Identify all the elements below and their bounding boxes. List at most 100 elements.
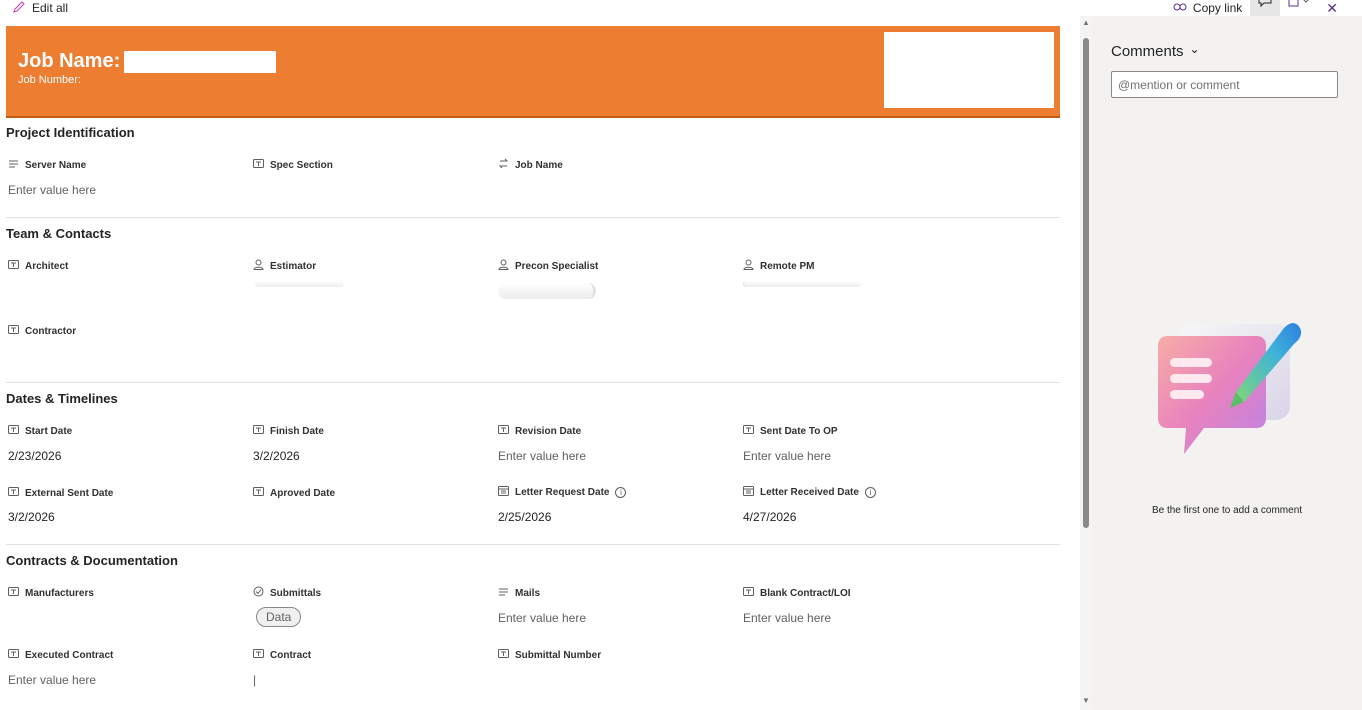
section-title-contracts: Contracts & Documentation [6, 553, 178, 568]
form-panel: Job Name: Job Number: Project Identifica… [0, 16, 1080, 710]
comment-input[interactable] [1111, 71, 1338, 98]
open-in-button[interactable] [1280, 0, 1318, 16]
lookup-icon [498, 158, 509, 172]
empty-comments-text: Be the first one to add a comment [1151, 505, 1303, 516]
field-value-external-sent-date[interactable]: 3/2/2026 [8, 510, 55, 524]
job-name-label: Job Name: [18, 50, 121, 72]
redacted-person-estimator [255, 281, 343, 287]
section-divider [6, 217, 1060, 218]
field-value-server-name[interactable]: Enter value here [8, 183, 96, 197]
field-value-letter-received-date[interactable]: 4/27/2026 [743, 510, 796, 524]
field-label-server-name: Server Name [8, 158, 86, 172]
comments-header-button[interactable]: Comments ⌄ [1111, 41, 1200, 61]
close-button[interactable]: ✕ [1318, 0, 1362, 17]
calendar-icon [743, 485, 754, 499]
field-value-sent-date-to-op[interactable]: Enter value here [743, 449, 831, 463]
field-label-blank-contract: Blank Contract/LOI [743, 586, 851, 600]
field-label-precon-specialist: Precon Specialist [498, 259, 598, 273]
section-title-dates: Dates & Timelines [6, 391, 118, 406]
text-field-icon [8, 324, 19, 338]
job-header-banner: Job Name: Job Number: [6, 26, 1060, 118]
scroll-down-arrow[interactable]: ▼ [1082, 696, 1090, 705]
info-icon[interactable]: i [615, 486, 627, 498]
text-field-icon [253, 424, 264, 438]
edit-all-label: Edit all [32, 1, 69, 15]
submittals-choice-pill[interactable]: Data [256, 607, 302, 627]
field-label-executed-contract: Executed Contract [8, 648, 113, 662]
chevron-down-icon: ⌄ [1189, 41, 1200, 56]
link-icon [1173, 1, 1187, 15]
scroll-up-arrow[interactable]: ▲ [1082, 18, 1090, 27]
field-value-letter-request-date[interactable]: 2/25/2026 [498, 510, 551, 524]
info-icon[interactable]: i [864, 486, 876, 498]
copy-link-button[interactable]: Copy link [1165, 1, 1250, 15]
comment-illustration-icon [1144, 306, 1304, 466]
field-label-manufacturers: Manufacturers [8, 586, 94, 600]
choice-check-icon [253, 586, 264, 600]
redacted-person-remote-pm [743, 281, 861, 287]
field-label-external-sent-date: External Sent Date [8, 486, 113, 500]
field-value-finish-date[interactable]: 3/2/2026 [253, 449, 300, 463]
field-label-remote-pm: Remote PM [743, 259, 814, 273]
comments-toggle-button[interactable] [1250, 0, 1281, 16]
top-toolbar: Edit all Copy link ✕ [0, 0, 1362, 16]
person-icon [253, 259, 264, 273]
text-field-icon [8, 486, 19, 500]
section-divider [6, 544, 1060, 545]
field-label-job-name: Job Name [498, 158, 563, 172]
text-field-icon [8, 586, 19, 600]
text-field-icon [8, 424, 19, 438]
text-field-icon [743, 586, 754, 600]
field-label-mails: Mails [498, 586, 540, 600]
person-icon [743, 259, 754, 273]
field-value-revision-date[interactable]: Enter value here [498, 449, 586, 463]
field-label-letter-received-date: Letter Received Date i [743, 485, 876, 499]
multiline-text-icon [498, 586, 509, 600]
text-field-icon [253, 648, 264, 662]
calendar-icon [498, 485, 509, 499]
field-label-revision-date: Revision Date [498, 424, 581, 438]
field-value-mails[interactable]: Enter value here [498, 611, 586, 625]
field-value-contract[interactable]: | [253, 673, 256, 687]
text-field-icon [253, 486, 264, 500]
field-label-estimator: Estimator [253, 259, 316, 273]
field-label-submittals: Submittals [253, 586, 321, 600]
field-label-aproved-date: Aproved Date [253, 486, 335, 500]
field-label-finish-date: Finish Date [253, 424, 324, 438]
text-field-icon [253, 158, 264, 172]
text-field-icon [498, 424, 509, 438]
field-value-blank-contract[interactable]: Enter value here [743, 611, 831, 625]
open-in-icon [1288, 0, 1310, 12]
comment-icon [1258, 0, 1272, 12]
field-label-architect: Architect [8, 259, 68, 273]
text-field-icon [8, 259, 19, 273]
comments-panel: Comments ⌄ @mention or comment Be the fi… [1092, 16, 1362, 710]
job-number-label: Job Number: [18, 74, 81, 86]
section-title-project: Project Identification [6, 125, 135, 140]
scroll-thumb[interactable] [1083, 38, 1089, 528]
field-label-start-date: Start Date [8, 424, 72, 438]
logo-placeholder [884, 32, 1054, 108]
section-divider [6, 382, 1060, 383]
field-label-letter-request-date: Letter Request Date i [498, 485, 627, 499]
field-label-contractor: Contractor [8, 324, 76, 338]
field-label-contract: Contract [253, 648, 311, 662]
field-label-sent-date-to-op: Sent Date To OP [743, 424, 838, 438]
field-value-executed-contract[interactable]: Enter value here [8, 673, 96, 687]
field-label-spec-section: Spec Section [253, 158, 333, 172]
text-field-icon [8, 648, 19, 662]
edit-all-button[interactable]: Edit all [12, 0, 68, 16]
comments-title: Comments [1111, 43, 1184, 60]
person-icon [498, 259, 509, 273]
multiline-text-icon [8, 158, 19, 172]
redacted-job-name [124, 50, 277, 73]
text-field-icon [498, 648, 509, 662]
job-name-heading: Job Name: [18, 50, 277, 73]
redacted-person-precon [498, 283, 596, 299]
top-actions: Copy link ✕ [1165, 0, 1362, 16]
copy-link-label: Copy link [1192, 1, 1243, 15]
form-scrollbar[interactable]: ▲ ▼ [1080, 16, 1092, 710]
field-value-start-date[interactable]: 2/23/2026 [8, 449, 61, 463]
text-field-icon [743, 424, 754, 438]
pencil-icon [12, 0, 26, 17]
